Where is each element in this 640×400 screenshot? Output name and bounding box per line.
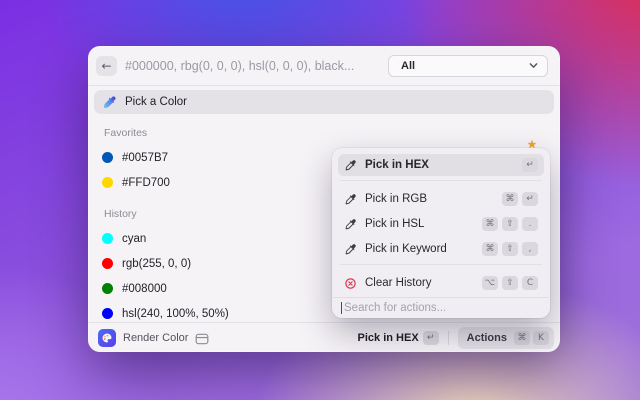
color-swatch — [102, 152, 113, 163]
text-cursor — [341, 302, 342, 314]
shortcut-key: ↵ — [522, 158, 538, 172]
filter-dropdown[interactable]: All — [388, 55, 548, 77]
action-pick-in-rgb[interactable]: Pick in RGB ⌘ ↵ — [338, 188, 544, 210]
search-header: ← #000000, rbg(0, 0, 0), hsl(0, 0, 0), b… — [88, 46, 560, 86]
action-pick-in-hsl[interactable]: Pick in HSL ⌘ ⇧ . — [338, 213, 544, 235]
actions-search-input[interactable]: Search for actions... — [333, 297, 549, 317]
shortcut-key: . — [522, 217, 538, 231]
window-mode-icon — [195, 332, 209, 344]
eyedropper-icon — [344, 218, 357, 231]
filter-dropdown-value: All — [401, 60, 529, 72]
section-header-favorites: Favorites — [104, 127, 554, 139]
eyedropper-icon — [102, 95, 117, 110]
primary-action-button[interactable]: Pick in HEX ↵ — [358, 331, 439, 345]
eyedropper-icon — [344, 193, 357, 206]
action-label: Clear History — [365, 277, 478, 289]
shortcut-key: C — [522, 276, 538, 290]
actions-panel: Pick in HEX ↵ Pick in RGB ⌘ ↵ Pi — [332, 148, 550, 318]
shortcut-key: ⇧ — [502, 242, 518, 256]
primary-action-label: Pick in HEX — [358, 332, 419, 344]
extension-name: Render Color — [123, 332, 188, 344]
shortcut-key: ⌥ — [482, 276, 498, 290]
action-clear-history[interactable]: Clear History ⌥ ⇧ C — [338, 272, 544, 294]
shortcut-key: ⇧ — [502, 276, 518, 290]
eyedropper-icon — [344, 159, 357, 172]
back-button[interactable]: ← — [96, 56, 117, 76]
list-item-pick-a-color[interactable]: Pick a Color — [94, 90, 554, 114]
color-label: #0057B7 — [122, 152, 168, 164]
panel-divider — [340, 180, 542, 181]
action-pick-in-keyword[interactable]: Pick in Keyword ⌘ ⇧ , — [338, 238, 544, 260]
status-bar: Render Color Pick in HEX ↵ Actions ⌘ K — [88, 322, 560, 352]
k-key-badge: K — [533, 331, 549, 345]
return-key-badge: ↵ — [423, 331, 439, 345]
action-label: Pick in RGB — [365, 193, 498, 205]
actions-list: Pick in HEX ↵ Pick in RGB ⌘ ↵ Pi — [338, 154, 544, 297]
clear-circle-x-icon — [344, 277, 357, 290]
color-label: #008000 — [122, 283, 167, 295]
action-label: Pick in Keyword — [365, 243, 478, 255]
chevron-down-icon — [529, 61, 538, 70]
shortcut-key: , — [522, 242, 538, 256]
color-label: cyan — [122, 233, 146, 245]
command-label: Pick a Color — [125, 96, 187, 108]
color-swatch — [102, 177, 113, 188]
shortcut-key: ⌘ — [482, 242, 498, 256]
color-swatch — [102, 233, 113, 244]
actions-menu-button[interactable]: Actions ⌘ K — [458, 327, 554, 349]
action-pick-in-hex[interactable]: Pick in HEX ↵ — [338, 154, 544, 176]
color-label: #FFD700 — [122, 177, 170, 189]
desktop-background: ← #000000, rbg(0, 0, 0), hsl(0, 0, 0), b… — [0, 0, 640, 400]
footer-divider — [448, 331, 449, 345]
shortcut-key: ⇧ — [502, 217, 518, 231]
action-label: Pick in HSL — [365, 218, 478, 230]
color-label: rgb(255, 0, 0) — [122, 258, 191, 270]
color-swatch — [102, 258, 113, 269]
shortcut-key: ⌘ — [482, 217, 498, 231]
launcher-window: ← #000000, rbg(0, 0, 0), hsl(0, 0, 0), b… — [88, 46, 560, 352]
shortcut-key: ↵ — [522, 192, 538, 206]
search-input[interactable]: #000000, rbg(0, 0, 0), hsl(0, 0, 0), bla… — [125, 59, 380, 73]
color-label: hsl(240, 100%, 50%) — [122, 308, 229, 320]
actions-search-placeholder: Search for actions... — [344, 302, 446, 314]
cmd-key-badge: ⌘ — [514, 331, 530, 345]
eyedropper-icon — [344, 243, 357, 256]
action-label: Pick in HEX — [365, 159, 518, 171]
color-swatch — [102, 283, 113, 294]
shortcut-key: ⌘ — [502, 192, 518, 206]
extension-icon — [98, 329, 116, 347]
actions-button-label: Actions — [467, 332, 507, 344]
panel-divider — [340, 264, 542, 265]
color-swatch — [102, 308, 113, 319]
